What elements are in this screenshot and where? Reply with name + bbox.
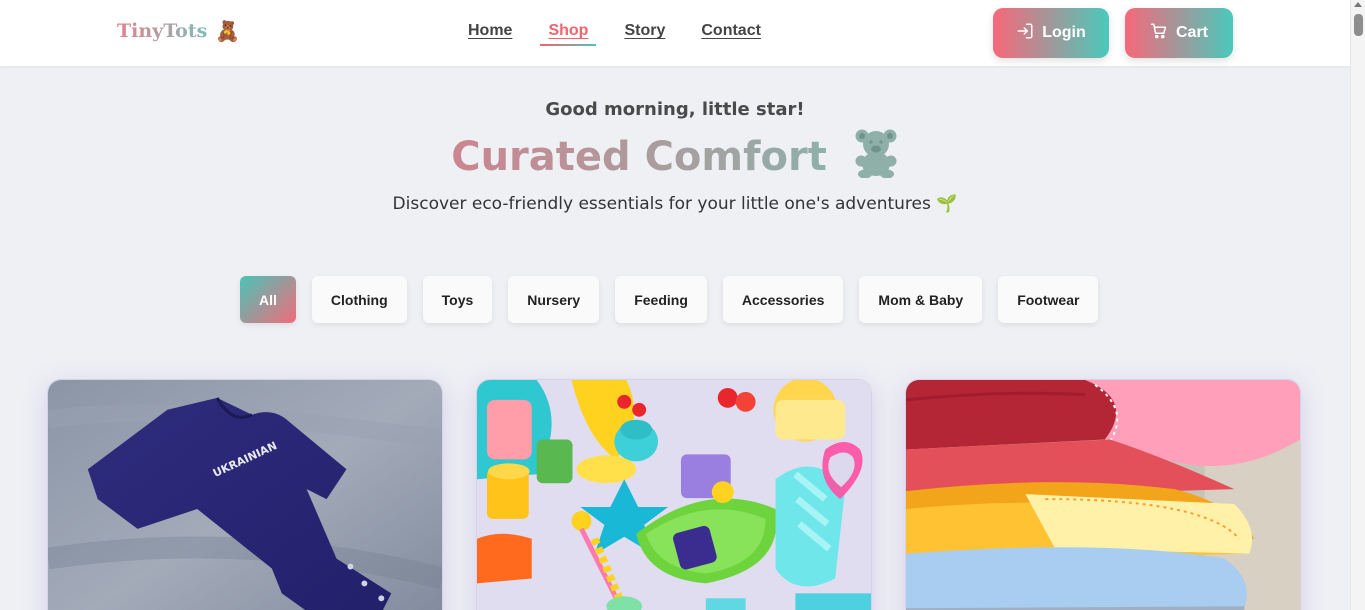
- filter-footwear[interactable]: Footwear: [998, 276, 1099, 323]
- login-icon: [1016, 22, 1034, 45]
- nav-home[interactable]: Home: [460, 22, 520, 40]
- logo[interactable]: TinyTots 🧸: [117, 20, 240, 42]
- scrollbar-thumb[interactable]: [1354, 14, 1363, 36]
- greeting: Good morning, little star!: [545, 99, 805, 120]
- login-button[interactable]: Login: [993, 8, 1109, 58]
- tagline: Discover eco-friendly essentials for you…: [392, 194, 958, 214]
- page-title-text: Curated Comfort: [451, 134, 827, 180]
- nav-shop[interactable]: Shop: [540, 22, 597, 46]
- filter-toys[interactable]: Toys: [422, 276, 493, 323]
- product-image-bodysuit[interactable]: UKRAINIAN: [48, 380, 442, 610]
- nav-story[interactable]: Story: [616, 22, 673, 40]
- cart-button[interactable]: Cart: [1125, 8, 1233, 58]
- cart-icon: [1150, 22, 1168, 45]
- page-title: Curated Comfort: [0, 128, 1350, 188]
- site-header: TinyTots 🧸 Home Shop Story Contact Login…: [0, 0, 1350, 66]
- logo-text: TinyTots: [117, 20, 208, 42]
- product-image-toys[interactable]: [477, 380, 871, 610]
- filter-accessories[interactable]: Accessories: [722, 276, 844, 323]
- filter-all[interactable]: All: [240, 276, 296, 323]
- product-card[interactable]: UKRAINIAN: [47, 379, 443, 610]
- filter-feeding[interactable]: Feeding: [615, 276, 707, 323]
- product-card[interactable]: [476, 379, 872, 610]
- teddy-bear-icon: 🧸: [215, 19, 241, 43]
- cart-label: Cart: [1175, 24, 1208, 41]
- product-image-blankets[interactable]: [906, 380, 1300, 610]
- teddy-bear-icon: [853, 128, 899, 188]
- filter-mom-baby[interactable]: Mom & Baby: [859, 276, 983, 323]
- category-filters: All Clothing Toys Nursery Feeding Access…: [240, 276, 1099, 323]
- scrollbar[interactable]: [1350, 0, 1365, 610]
- filter-clothing[interactable]: Clothing: [311, 276, 407, 323]
- nav-contact[interactable]: Contact: [693, 22, 769, 40]
- filter-nursery[interactable]: Nursery: [508, 276, 600, 323]
- main-nav: Home Shop Story Contact: [460, 22, 789, 46]
- login-label: Login: [1042, 24, 1086, 41]
- scroll-up-icon[interactable]: [1354, 2, 1362, 7]
- product-card[interactable]: [905, 379, 1301, 610]
